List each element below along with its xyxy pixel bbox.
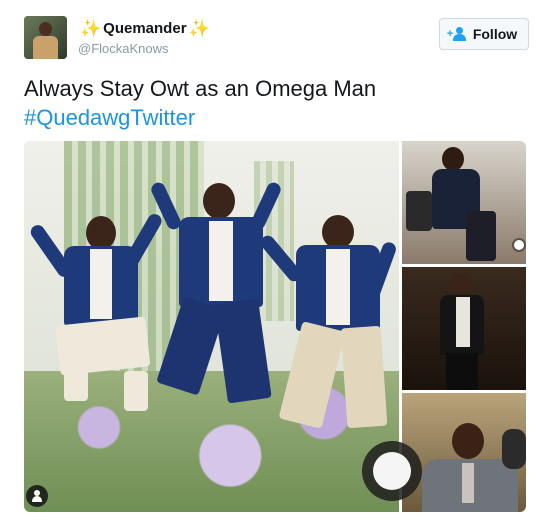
tweet-body: Always Stay Owt as an Omega Man <box>24 76 377 101</box>
hashtag-link[interactable]: #QuedawgTwitter <box>24 103 529 132</box>
user-names: ✨ Quemander ✨ @FlockaKnows <box>78 18 212 57</box>
play-button[interactable] <box>362 441 422 501</box>
main-photo[interactable] <box>24 141 399 512</box>
photo-thumbnail[interactable] <box>402 267 526 390</box>
photo-thumbnail[interactable] <box>402 393 526 512</box>
display-name[interactable]: ✨ Quemander ✨ <box>78 18 212 38</box>
avatar[interactable] <box>24 16 67 59</box>
record-circle-icon <box>373 452 411 490</box>
tweet-header: ✨ Quemander ✨ @FlockaKnows + Follow <box>24 14 529 64</box>
follow-button-label: Follow <box>472 26 518 42</box>
user-handle[interactable]: @FlockaKnows <box>78 41 212 56</box>
side-photos <box>402 141 526 512</box>
sparkles-icon: ✨ <box>188 18 210 38</box>
photo-thumbnail[interactable] <box>402 141 526 264</box>
follow-button[interactable]: + Follow <box>439 18 529 50</box>
display-name-text[interactable]: Quemander <box>103 20 186 37</box>
photo-person <box>257 201 398 441</box>
sparkles-icon: ✨ <box>80 18 102 38</box>
tweet-text: Always Stay Owt as an Omega Man #Quedawg… <box>24 74 529 132</box>
photo-person <box>28 201 165 441</box>
photo-person <box>149 171 283 411</box>
follow-person-plus-icon: + <box>447 27 467 41</box>
tag-people-icon[interactable] <box>26 485 48 507</box>
media-grid <box>24 141 526 512</box>
indicator-dot-icon <box>514 240 524 250</box>
